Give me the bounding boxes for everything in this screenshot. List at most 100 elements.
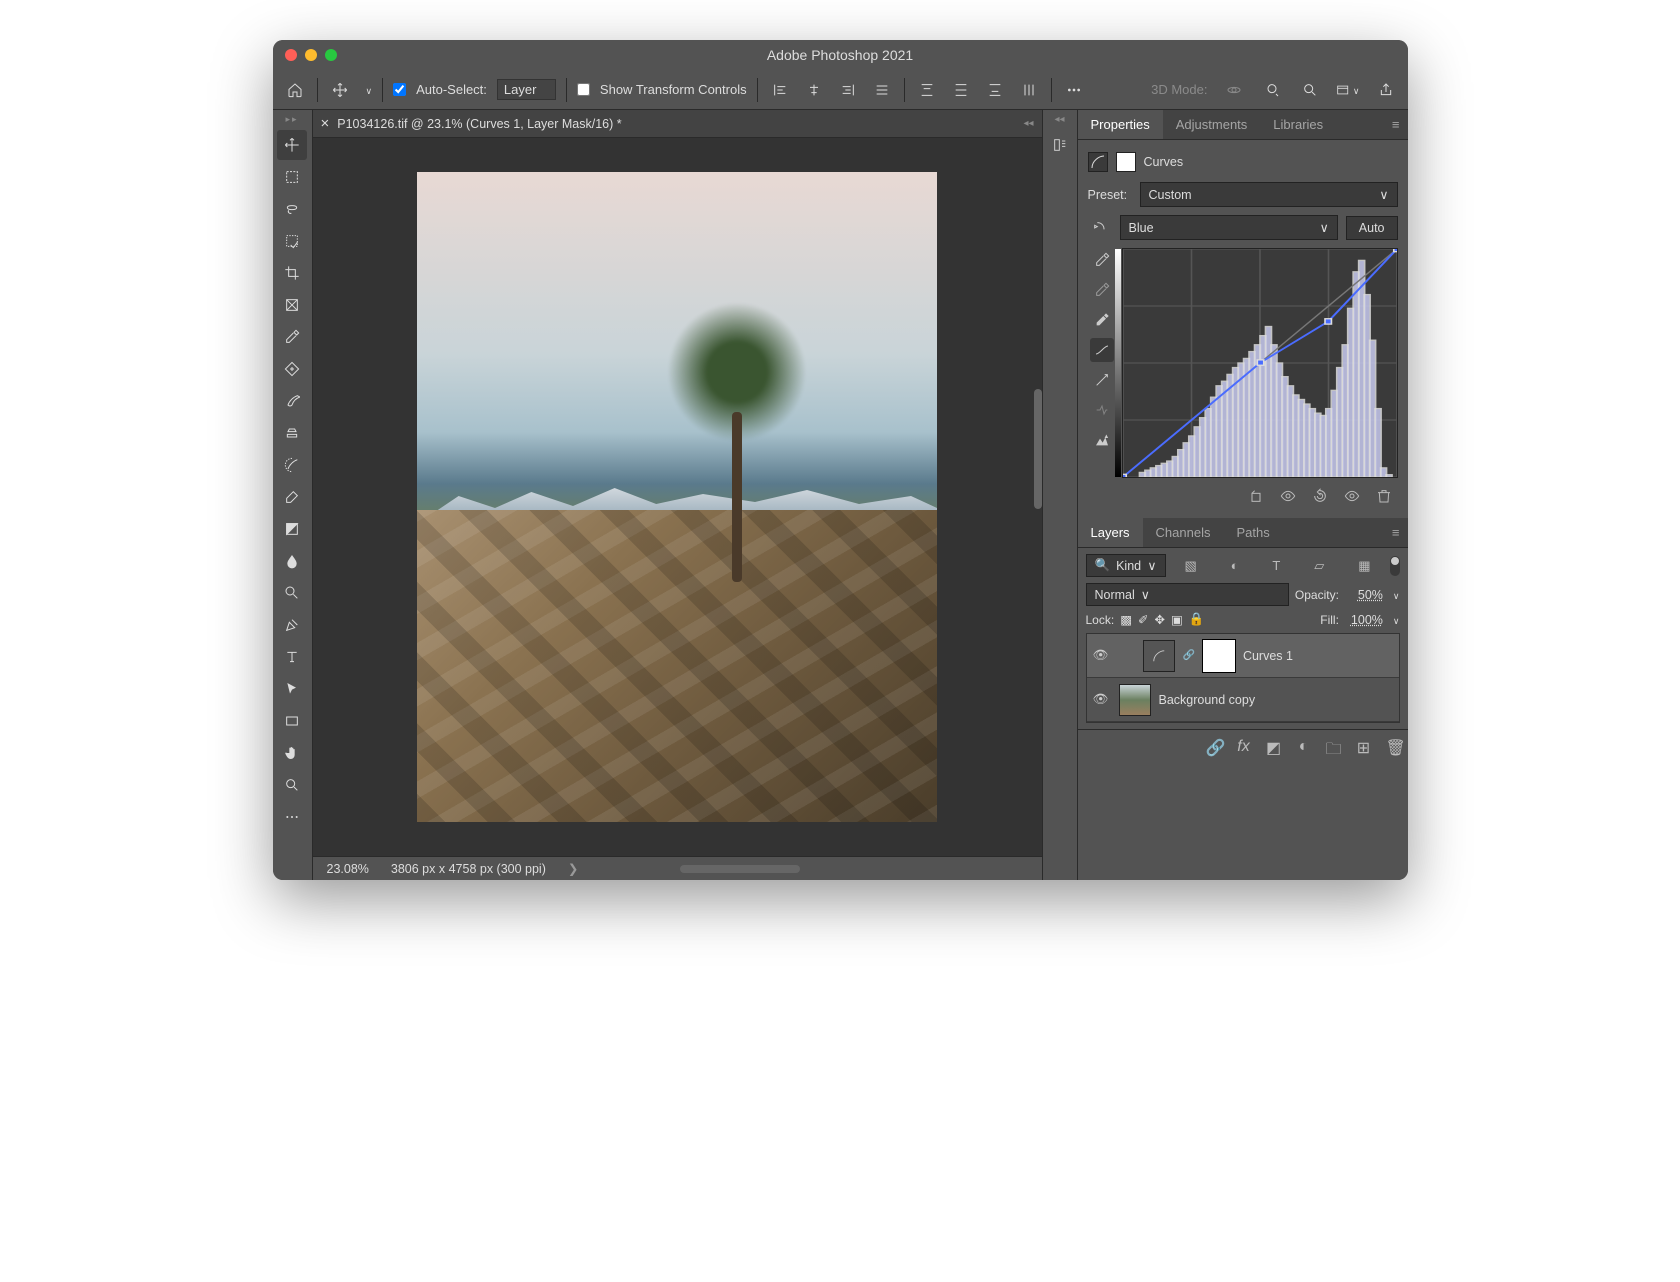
distribute-bottom-icon[interactable] [983,78,1007,102]
path-selection-tool[interactable] [277,674,307,704]
document-dimensions[interactable]: 3806 px x 4758 px (300 ppi) [391,862,546,876]
dodge-tool[interactable] [277,578,307,608]
zoom-level[interactable]: 23.08% [327,862,369,876]
filter-smart-icon[interactable]: ▦ [1358,558,1370,574]
distribute-top-icon[interactable] [915,78,939,102]
clip-to-layer-icon[interactable] [1246,486,1266,506]
layer-effects-icon[interactable]: fx [1236,738,1252,765]
layers-panel-menu-icon[interactable]: ≡ [1392,525,1400,540]
lock-artboard-icon[interactable]: ▣ [1171,612,1183,627]
panel-menu-icon[interactable]: ≡ [1392,117,1400,132]
history-brush-tool[interactable] [277,450,307,480]
cloud-docs-icon[interactable] [1260,78,1284,102]
history-panel-icon[interactable] [1046,131,1074,159]
lock-position-icon[interactable]: ✥ [1154,612,1164,627]
close-document-button[interactable]: × [321,115,330,132]
status-menu-chevron[interactable]: ❯ [568,861,578,876]
tab-channels[interactable]: Channels [1143,518,1224,547]
brush-tool[interactable] [277,386,307,416]
move-tool-icon[interactable] [328,78,352,102]
opacity-value[interactable]: 50% [1345,588,1383,602]
show-transform-checkbox[interactable] [577,83,590,96]
reset-adjustment-icon[interactable] [1310,486,1330,506]
curve-point-tool-icon[interactable] [1090,338,1114,362]
curves-adjustment-icon[interactable] [1088,152,1108,172]
blur-tool[interactable] [277,546,307,576]
search-icon[interactable] [1298,78,1322,102]
toggle-visibility-icon[interactable] [1278,486,1298,506]
auto-select-target-dropdown[interactable]: Layer [497,79,556,100]
workspace-switcher-icon[interactable] [1336,78,1360,102]
opacity-slider-toggle[interactable] [1389,588,1400,602]
lock-all-icon[interactable]: 🔒 [1189,612,1205,627]
link-layers-icon[interactable]: 🔗 [1206,738,1222,765]
channel-dropdown[interactable]: Blue∨ [1120,215,1338,240]
black-point-eyedropper-icon[interactable] [1090,308,1114,332]
share-icon[interactable] [1374,78,1398,102]
lock-transparency-icon[interactable]: ▩ [1120,612,1132,627]
mask-link-icon[interactable]: 🔗 [1183,650,1195,661]
white-point-eyedropper-icon[interactable] [1090,248,1114,272]
close-window-button[interactable] [285,49,297,61]
target-adjustment-tool-icon[interactable] [1088,216,1112,240]
lasso-tool[interactable] [277,194,307,224]
smooth-curve-icon[interactable] [1090,398,1114,422]
align-right-edges-icon[interactable] [836,78,860,102]
layer-row[interactable]: 👁 🔗 Curves 1 [1087,634,1399,678]
fill-value[interactable]: 100% [1345,613,1383,627]
vertical-scrollbar[interactable] [1034,389,1042,509]
eyedropper-tool[interactable] [277,322,307,352]
layer-thumbnail[interactable] [1119,684,1151,716]
visibility-toggle-icon[interactable]: 👁 [1093,692,1111,707]
tool-preset-dropdown[interactable] [362,82,373,97]
document-canvas[interactable] [417,172,937,822]
eraser-tool[interactable] [277,482,307,512]
distribute-spacing-icon[interactable] [1017,78,1041,102]
fill-slider-toggle[interactable] [1389,613,1400,627]
tab-adjustments[interactable]: Adjustments [1163,110,1261,139]
preview-toggle-icon[interactable] [1342,486,1362,506]
clone-stamp-tool[interactable] [277,418,307,448]
filter-pixel-icon[interactable]: ▧ [1184,558,1196,574]
layer-name[interactable]: Background copy [1159,693,1393,707]
delete-layer-icon[interactable]: 🗑 [1386,738,1402,765]
layer-row[interactable]: 👁 Background copy [1087,678,1399,722]
distribute-vertical-icon[interactable] [949,78,973,102]
filter-type-icon[interactable]: T [1272,558,1280,574]
canvas-area[interactable] [313,138,1042,856]
quick-selection-tool[interactable] [277,226,307,256]
new-layer-icon[interactable]: ⊞ [1356,738,1372,765]
align-left-edges-icon[interactable] [768,78,792,102]
spot-healing-brush-tool[interactable] [277,354,307,384]
layer-mask-thumbnail[interactable] [1203,640,1235,672]
pen-tool[interactable] [277,610,307,640]
tab-layers[interactable]: Layers [1078,518,1143,547]
layer-name[interactable]: Curves 1 [1243,649,1393,663]
gray-point-eyedropper-icon[interactable] [1090,278,1114,302]
new-adjustment-layer-icon[interactable]: ◐ [1296,738,1312,765]
layer-filter-kind-dropdown[interactable]: 🔍 Kind ∨ [1086,554,1166,577]
layer-mask-badge[interactable] [1116,152,1136,172]
dock-expand-grip[interactable]: ◂◂ [1054,114,1064,125]
blend-mode-dropdown[interactable]: Normal∨ [1086,583,1289,606]
visibility-toggle-icon[interactable]: 👁 [1093,648,1111,663]
gradient-tool[interactable] [277,514,307,544]
frame-tool[interactable] [277,290,307,320]
document-tab-title[interactable]: P1034126.tif @ 23.1% (Curves 1, Layer Ma… [337,117,621,131]
zoom-tool[interactable] [277,770,307,800]
toolbox-grip[interactable]: ▸▸ [285,114,298,128]
tabbar-collapse-grip[interactable]: ◂◂ [1023,118,1033,129]
tab-libraries[interactable]: Libraries [1260,110,1336,139]
move-tool[interactable] [277,130,307,160]
home-button[interactable] [283,78,307,102]
type-tool[interactable] [277,642,307,672]
crop-tool[interactable] [277,258,307,288]
rectangular-marquee-tool[interactable] [277,162,307,192]
adjustment-thumbnail[interactable] [1143,640,1175,672]
minimize-window-button[interactable] [305,49,317,61]
clip-histogram-icon[interactable]: ▲ [1090,428,1114,452]
filter-adjustment-icon[interactable]: ◐ [1231,558,1239,574]
more-options-icon[interactable] [1062,78,1086,102]
edit-toolbar-button[interactable] [277,802,307,832]
filter-toggle[interactable] [1390,556,1400,576]
